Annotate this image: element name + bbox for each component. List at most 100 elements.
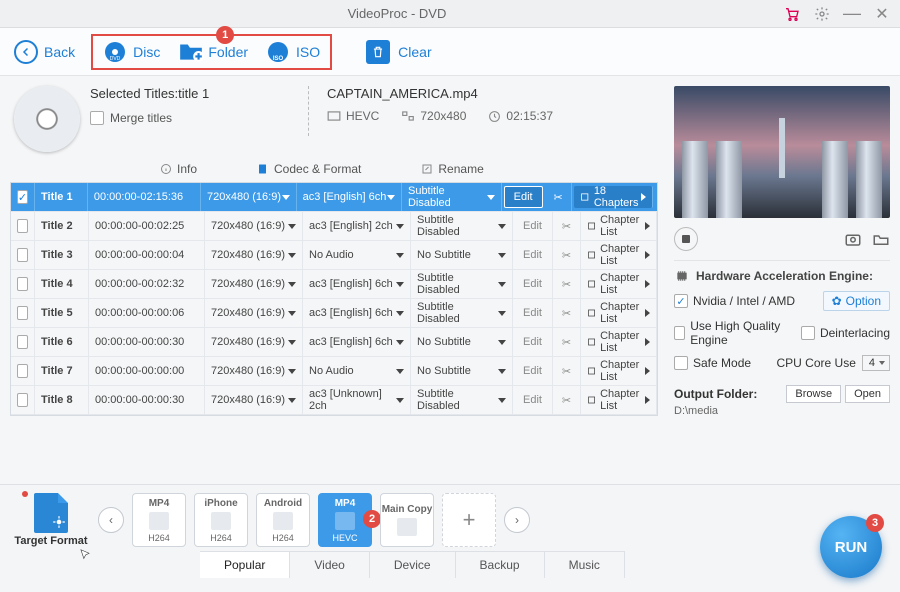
row-chapter-button[interactable]: Chapter List [581,328,657,356]
open-button[interactable]: Open [845,385,890,403]
category-tab[interactable]: Video [290,552,369,578]
row-resolution-select[interactable]: 720x480 (16:9) [205,357,303,385]
row-subtitle-select[interactable]: Subtitle Disabled [411,299,513,327]
category-tab[interactable]: Device [370,552,456,578]
row-subtitle-select[interactable]: No Subtitle [411,328,513,356]
row-edit-button[interactable]: Edit [513,241,553,269]
row-chapter-button[interactable]: Chapter List [581,299,657,327]
row-chapter-button[interactable]: Chapter List [581,270,657,298]
row-edit-button[interactable]: Edit [513,386,553,414]
format-card[interactable]: AndroidH264 [256,493,310,547]
cart-icon[interactable] [784,6,800,22]
title-row[interactable]: Title 800:00:00-00:00:30720x480 (16:9)ac… [11,386,657,415]
iso-button[interactable]: ISO ISO [266,40,320,64]
row-resolution-select[interactable]: 720x480 (16:9) [205,241,303,269]
option-button[interactable]: ✿Option [823,291,890,311]
minimize-icon[interactable]: — [844,6,860,22]
row-subtitle-select[interactable]: No Subtitle [411,357,513,385]
row-subtitle-select[interactable]: No Subtitle [411,241,513,269]
row-resolution-select[interactable]: 720x480 (16:9) [205,299,303,327]
title-list[interactable]: Title 100:00:00-02:15:36720x480 (16:9)ac… [10,182,658,416]
scissors-icon[interactable]: ✂ [545,183,573,211]
row-resolution-select[interactable]: 720x480 (16:9) [201,183,297,211]
row-checkbox[interactable] [11,183,35,211]
title-row[interactable]: Title 300:00:00-00:00:04720x480 (16:9)No… [11,241,657,270]
row-audio-select[interactable]: ac3 [English] 6ch [303,270,411,298]
row-checkbox[interactable] [11,299,35,327]
title-row[interactable]: Title 200:00:00-00:02:25720x480 (16:9)ac… [11,212,657,241]
category-tab[interactable]: Popular [200,552,290,578]
title-row[interactable]: Title 100:00:00-02:15:36720x480 (16:9)ac… [11,183,657,212]
format-add-button[interactable]: + [442,493,496,547]
row-edit-button[interactable]: Edit [513,299,553,327]
gear-icon[interactable] [814,6,830,22]
row-checkbox[interactable] [11,328,35,356]
row-audio-select[interactable]: No Audio [303,241,411,269]
deinterlacing-checkbox[interactable]: Deinterlacing [801,326,890,340]
row-chapter-button[interactable]: 18 Chapters [574,186,653,208]
format-card[interactable]: iPhoneH264 [194,493,248,547]
merge-titles-checkbox[interactable]: Merge titles [90,111,290,125]
tab-codec[interactable]: Codec & Format [257,162,361,176]
row-edit-button[interactable]: Edit [513,212,553,240]
scissors-icon[interactable]: ✂ [553,299,581,327]
run-button[interactable]: RUN 3 [820,516,882,578]
disc-button[interactable]: DVD Disc [103,40,160,64]
clear-button[interactable]: Clear [366,40,431,64]
row-subtitle-select[interactable]: Subtitle Disabled [411,212,513,240]
row-checkbox[interactable] [11,241,35,269]
row-subtitle-select[interactable]: Subtitle Disabled [411,386,513,414]
row-chapter-button[interactable]: Chapter List [581,386,657,414]
scissors-icon[interactable]: ✂ [553,241,581,269]
format-prev-button[interactable]: ‹ [98,507,124,533]
row-checkbox[interactable] [11,386,35,414]
row-subtitle-select[interactable]: Subtitle Disabled [402,183,502,211]
row-edit-button[interactable]: Edit [513,357,553,385]
title-row[interactable]: Title 400:00:00-00:02:32720x480 (16:9)ac… [11,270,657,299]
row-checkbox[interactable] [11,212,35,240]
row-checkbox[interactable] [11,357,35,385]
row-edit-button[interactable]: Edit [513,270,553,298]
row-resolution-select[interactable]: 720x480 (16:9) [205,212,303,240]
snapshot-icon[interactable] [844,231,862,247]
title-row[interactable]: Title 500:00:00-00:00:06720x480 (16:9)ac… [11,299,657,328]
row-audio-select[interactable]: ac3 [English] 6ch [303,328,411,356]
cpu-core-select[interactable]: 4 [862,355,890,371]
category-tab[interactable]: Backup [456,552,545,578]
hq-engine-checkbox[interactable]: Use High Quality Engine [674,319,791,347]
scissors-icon[interactable]: ✂ [553,270,581,298]
tab-rename[interactable]: Rename [421,162,483,176]
title-row[interactable]: Title 600:00:00-00:00:30720x480 (16:9)ac… [11,328,657,357]
close-icon[interactable]: ✕ [874,6,890,22]
row-edit-button[interactable]: Edit [513,328,553,356]
format-card[interactable]: Main Copy [380,493,434,547]
row-audio-select[interactable]: ac3 [English] 2ch [303,212,411,240]
scissors-icon[interactable]: ✂ [553,212,581,240]
back-button[interactable]: Back [14,40,75,64]
tab-info[interactable]: Info [160,162,197,176]
title-row[interactable]: Title 700:00:00-00:00:00720x480 (16:9)No… [11,357,657,386]
row-edit-button[interactable]: Edit [504,186,543,208]
scissors-icon[interactable]: ✂ [553,386,581,414]
row-chapter-button[interactable]: Chapter List [581,212,657,240]
row-resolution-select[interactable]: 720x480 (16:9) [205,270,303,298]
row-audio-select[interactable]: No Audio [303,357,411,385]
row-subtitle-select[interactable]: Subtitle Disabled [411,270,513,298]
folder-button[interactable]: Folder [178,40,248,64]
stop-button[interactable] [674,227,698,251]
hw-vendors-checkbox[interactable]: Nvidia / Intel / AMD [674,294,795,308]
row-chapter-button[interactable]: Chapter List [581,241,657,269]
row-checkbox[interactable] [11,270,35,298]
browse-button[interactable]: Browse [786,385,841,403]
category-tab[interactable]: Music [545,552,625,578]
format-next-button[interactable]: › [504,507,530,533]
row-resolution-select[interactable]: 720x480 (16:9) [205,386,303,414]
row-audio-select[interactable]: ac3 [English] 6ch [297,183,402,211]
safe-mode-checkbox[interactable]: Safe Mode [674,356,751,370]
open-folder-icon[interactable] [872,231,890,247]
scissors-icon[interactable]: ✂ [553,357,581,385]
scissors-icon[interactable]: ✂ [553,328,581,356]
format-card[interactable]: MP4H264 [132,493,186,547]
row-audio-select[interactable]: ac3 [English] 6ch [303,299,411,327]
row-resolution-select[interactable]: 720x480 (16:9) [205,328,303,356]
